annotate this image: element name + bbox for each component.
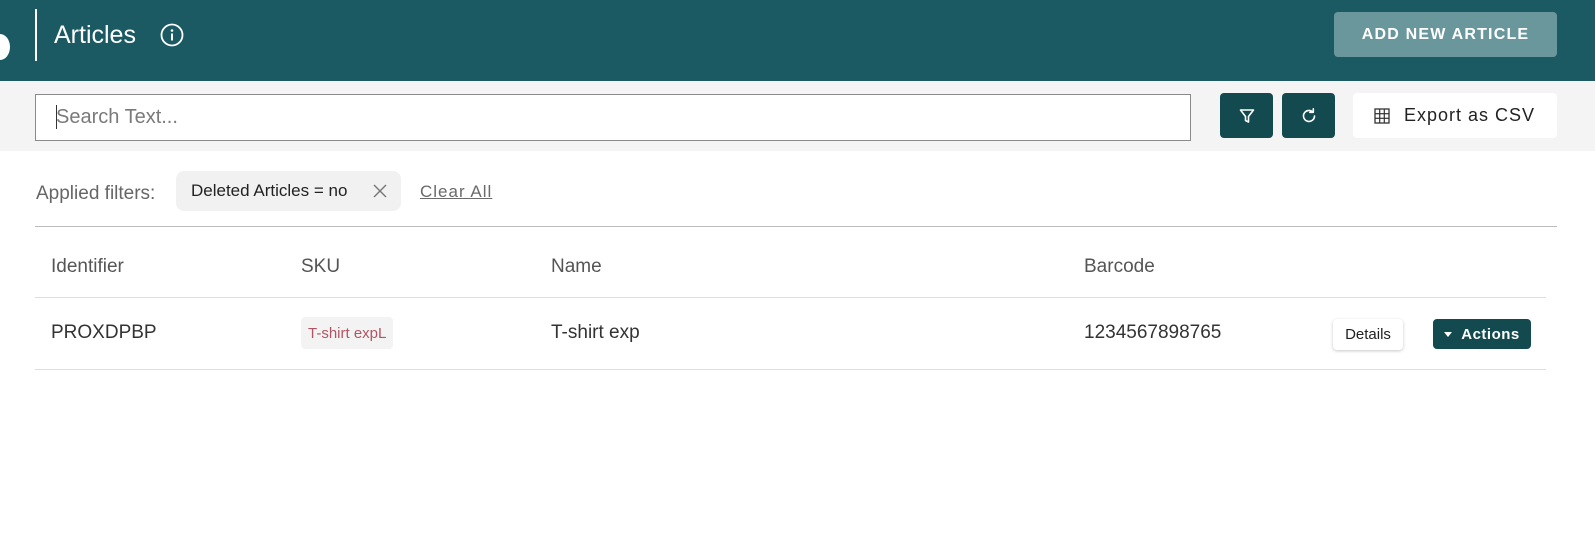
filters-divider (35, 226, 1557, 227)
actions-label: Actions (1461, 325, 1520, 343)
export-csv-button[interactable]: Export as CSV (1353, 93, 1557, 138)
export-csv-label: Export as CSV (1404, 105, 1536, 125)
actions-dropdown-button[interactable]: Actions (1433, 319, 1531, 349)
table-row-divider (35, 369, 1546, 370)
filter-chip-label: Deleted Articles = no (191, 181, 348, 200)
table-grid-icon (1374, 107, 1390, 124)
column-header-sku: SKU (301, 256, 341, 277)
info-circle-icon[interactable] (160, 23, 184, 47)
close-icon[interactable] (373, 184, 387, 198)
header-divider (35, 9, 37, 61)
cell-barcode: 1234567898765 (1084, 322, 1222, 343)
caret-down-icon (1444, 331, 1453, 337)
filter-icon (1239, 108, 1254, 123)
details-button[interactable]: Details (1333, 319, 1403, 350)
sidebar-toggle[interactable] (0, 34, 10, 60)
text-caret (56, 105, 57, 129)
refresh-icon (1302, 107, 1315, 122)
add-new-article-button[interactable]: ADD NEW ARTICLE (1334, 12, 1557, 57)
page-title: Articles (54, 21, 136, 49)
column-header-name: Name (551, 256, 602, 277)
search-toolbar: Export as CSV (0, 81, 1595, 151)
column-header-identifier: Identifier (51, 256, 124, 277)
column-header-barcode: Barcode (1084, 256, 1155, 277)
app-header: Articles ADD NEW ARTICLE (0, 0, 1595, 81)
refresh-button[interactable] (1282, 93, 1335, 138)
filter-chip: Deleted Articles = no (176, 171, 401, 211)
sku-badge: T-shirt expL (301, 317, 394, 349)
cell-identifier: PROXDPBP (51, 322, 157, 343)
applied-filters-label: Applied filters: (36, 183, 156, 204)
table-header-divider (35, 297, 1546, 298)
filter-button[interactable] (1220, 93, 1273, 138)
search-input[interactable] (35, 94, 1191, 141)
clear-all-link[interactable]: Clear All (420, 182, 492, 202)
cell-name: T-shirt exp (551, 322, 640, 343)
